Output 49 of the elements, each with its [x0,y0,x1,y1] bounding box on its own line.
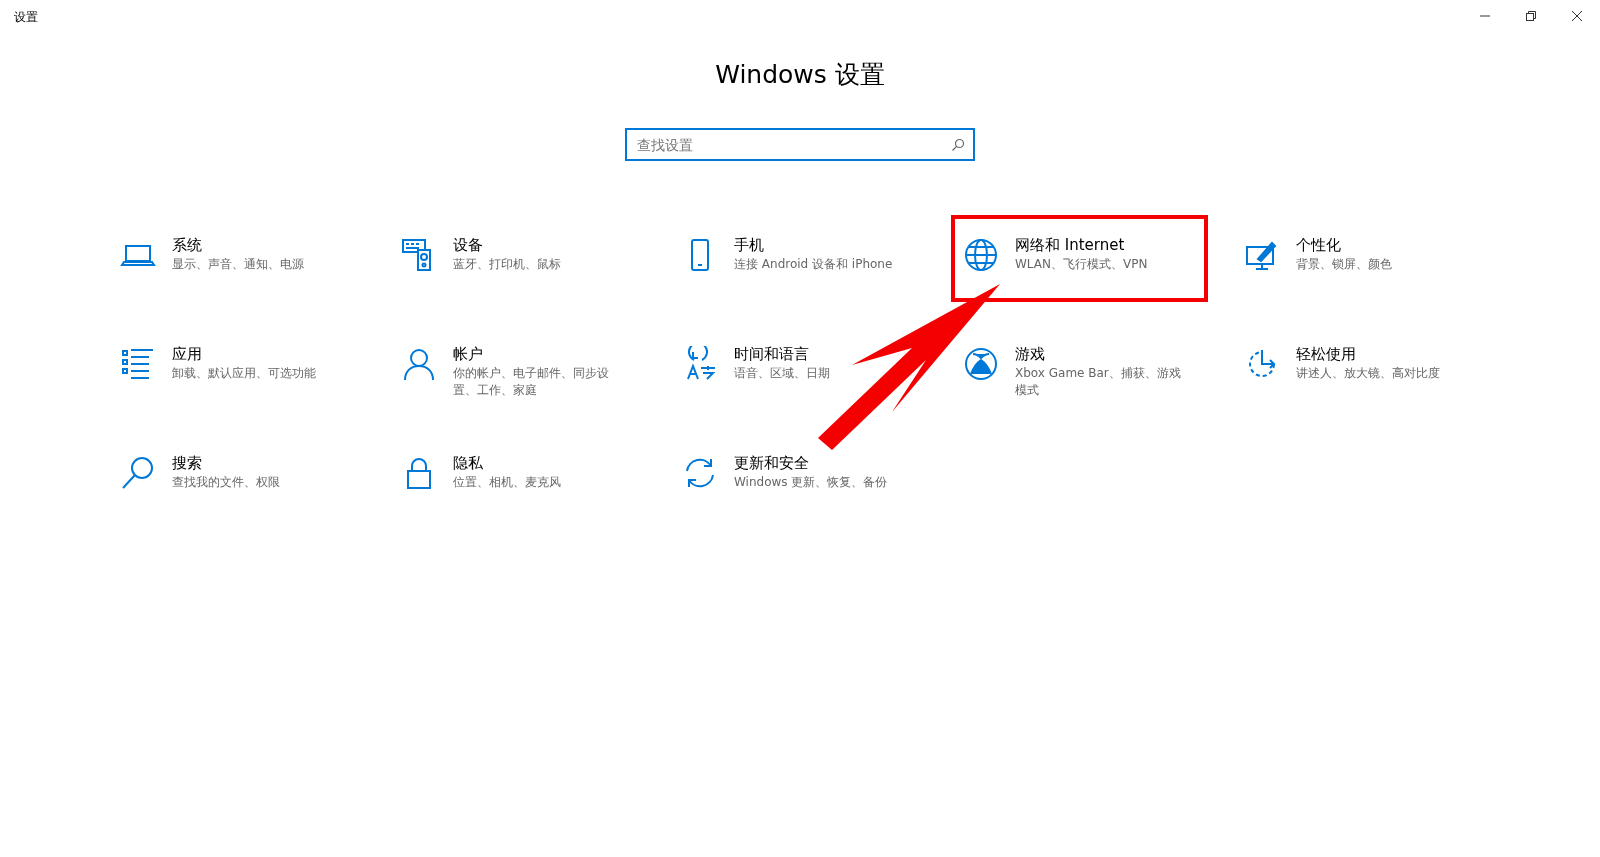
category-description: Windows 更新、恢复、备份 [734,474,889,491]
search-field[interactable]: 查找设置 [625,128,975,161]
category-description: Xbox Game Bar、捕获、游戏模式 [1015,365,1182,399]
settings-category[interactable]: 游戏 Xbox Game Bar、捕获、游戏模式 [963,344,1244,453]
category-description: 蓝牙、打印机、鼠标 [453,256,562,273]
category-title: 时间和语言 [734,344,810,364]
globe-icon [963,237,999,273]
category-description: 查找我的文件、权限 [172,474,281,491]
category-description: 位置、相机、麦克风 [453,474,562,491]
settings-category[interactable]: 隐私 位置、相机、麦克风 [401,453,682,562]
apps-icon [120,346,156,382]
restore-icon [1525,10,1537,22]
search-icon [951,138,965,152]
category-title: 游戏 [1015,344,1046,364]
settings-category[interactable]: 搜索 查找我的文件、权限 [120,453,401,562]
category-description: 你的帐户、电子邮件、同步设置、工作、家庭 [453,365,610,399]
category-description: WLAN、飞行模式、VPN [1015,256,1149,273]
category-description: 显示、声音、通知、电源 [172,256,305,273]
settings-category[interactable]: 更新和安全 Windows 更新、恢复、备份 [682,453,963,562]
settings-category[interactable]: 网络和 Internet WLAN、飞行模式、VPN [963,235,1244,344]
settings-category[interactable]: 设备 蓝牙、打印机、鼠标 [401,235,682,344]
settings-category[interactable]: 个性化 背景、锁屏、颜色 [1244,235,1525,344]
settings-category[interactable]: 帐户 你的帐户、电子邮件、同步设置、工作、家庭 [401,344,682,453]
close-icon [1571,10,1583,22]
category-description: 连接 Android 设备和 iPhone [734,256,894,273]
category-description: 背景、锁屏、颜色 [1296,256,1393,273]
settings-category[interactable]: 手机 连接 Android 设备和 iPhone [682,235,963,344]
category-title: 设备 [453,235,484,255]
person-icon [401,346,437,382]
search-icon [120,455,156,491]
category-title: 手机 [734,235,765,255]
settings-category[interactable]: 时间和语言 语音、区域、日期 [682,344,963,453]
category-title: 帐户 [453,344,484,364]
settings-category[interactable]: 应用 卸载、默认应用、可选功能 [120,344,401,453]
category-title: 更新和安全 [734,453,810,473]
category-title: 轻松使用 [1296,344,1357,364]
settings-category[interactable]: 轻松使用 讲述人、放大镜、高对比度 [1244,344,1525,453]
category-title: 网络和 Internet [1015,235,1126,255]
window-title: 设置 [13,9,38,26]
settings-category[interactable]: 系统 显示、声音、通知、电源 [120,235,401,344]
category-title: 隐私 [453,453,484,473]
category-title: 搜索 [172,453,203,473]
category-title: 个性化 [1296,235,1342,255]
category-description: 卸载、默认应用、可选功能 [172,365,317,382]
category-description: 语音、区域、日期 [734,365,831,382]
category-title: 系统 [172,235,203,255]
category-title: 应用 [172,344,203,364]
page-heading: Windows 设置 [714,59,886,91]
category-description: 讲述人、放大镜、高对比度 [1296,365,1441,382]
